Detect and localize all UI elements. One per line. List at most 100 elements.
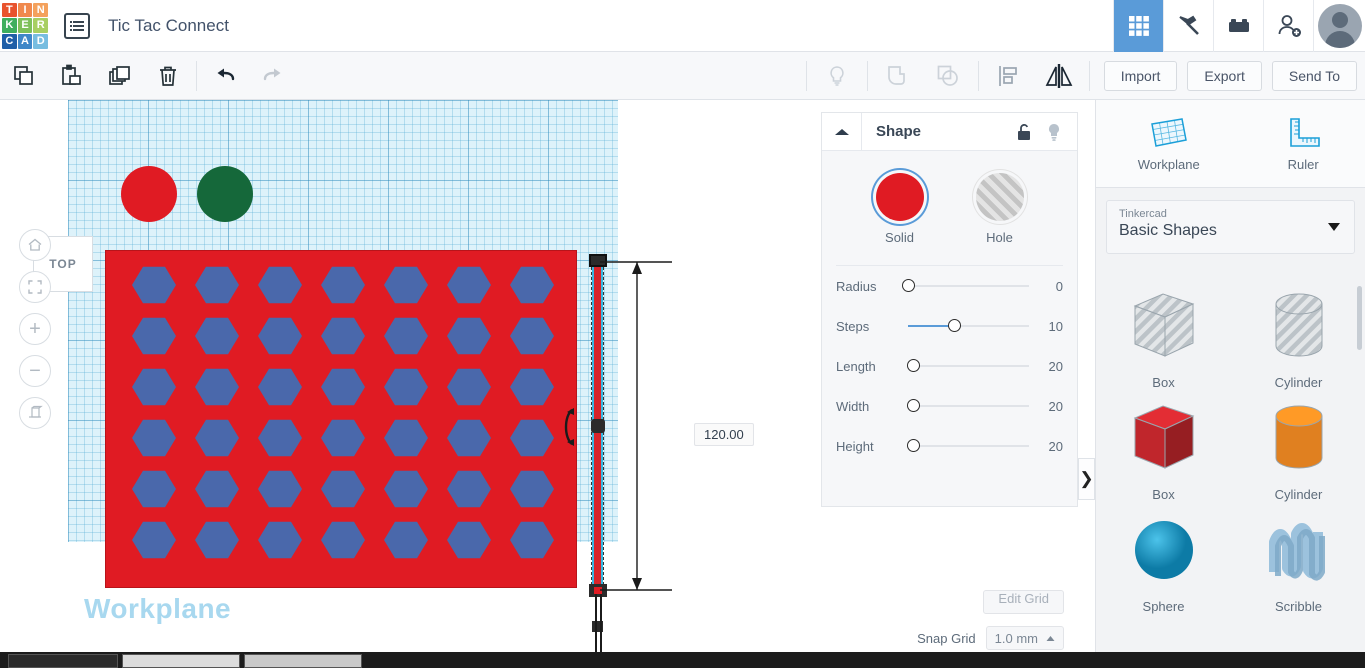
redo-icon[interactable]	[249, 52, 297, 100]
mirror-icon[interactable]	[1035, 52, 1083, 100]
snap-grid-select[interactable]: 1.0 mm	[985, 626, 1064, 650]
toolbar-divider-4	[977, 61, 979, 91]
logo-tile-c: C	[2, 33, 17, 49]
library-shape-hole-box[interactable]: Box	[1096, 288, 1231, 390]
solid-color-swatch[interactable]	[875, 173, 924, 221]
list-document-icon[interactable]	[64, 12, 90, 39]
taskbar-item-3[interactable]	[244, 654, 362, 668]
shape-library-list[interactable]: Box Cylinder Box Cylinder Sphere Scribble	[1096, 280, 1365, 668]
fit-to-view-button[interactable]	[19, 271, 51, 303]
slider-value-radius: 0	[1055, 278, 1063, 294]
chevron-down-icon	[1328, 223, 1340, 231]
library-scrollbar[interactable]	[1357, 286, 1362, 350]
slider-label-steps: Steps	[836, 318, 870, 334]
grid-apps-icon[interactable]	[1113, 0, 1163, 52]
add-user-icon[interactable]	[1263, 0, 1313, 52]
library-shape-scribble[interactable]: Scribble	[1231, 512, 1365, 614]
hole-pattern-swatch[interactable]	[975, 173, 1024, 221]
library-shape-label: Sphere	[1142, 599, 1185, 614]
lightbulb-icon[interactable]	[813, 52, 861, 100]
sendto-button[interactable]: Send To	[1271, 61, 1357, 91]
library-tools-row: Workplane Ruler	[1096, 100, 1365, 188]
length-dimension-label[interactable]: 120.00	[694, 423, 754, 446]
solid-cylinder-icon	[1260, 400, 1338, 481]
slider-track-length[interactable]	[906, 359, 1029, 373]
slider-track-radius[interactable]	[902, 279, 1029, 293]
red-token[interactable]	[121, 166, 177, 222]
board-hole	[510, 266, 554, 304]
rotate-arrow-icon[interactable]	[558, 406, 584, 448]
library-shape-hole-cylinder[interactable]: Cylinder	[1231, 288, 1365, 390]
ungroup-icon[interactable]	[924, 52, 972, 100]
app-header: TIN KER CAD Tic Tac Connect	[0, 0, 1365, 52]
slider-knob-radius[interactable]	[902, 279, 915, 292]
duplicate-icon[interactable]	[96, 52, 144, 100]
zoom-in-button[interactable]: +	[19, 313, 51, 345]
library-category-select[interactable]: Tinkercad Basic Shapes	[1106, 200, 1355, 254]
solid-mode-option[interactable]: Solid	[875, 173, 924, 245]
hammer-icon[interactable]	[1163, 0, 1213, 52]
board-hole	[258, 317, 302, 355]
board-hole	[195, 266, 239, 304]
board-hole	[132, 419, 176, 457]
library-shape-solid-box[interactable]: Box	[1096, 400, 1231, 502]
slider-track-height[interactable]	[906, 439, 1029, 453]
board-hole	[384, 521, 428, 559]
toolbar-right-group: Import Export Send To	[802, 52, 1357, 100]
home-view-button[interactable]	[19, 229, 51, 261]
hole-mode-option[interactable]: Hole	[975, 173, 1024, 245]
board-hole	[195, 419, 239, 457]
zoom-out-button[interactable]: −	[19, 355, 51, 387]
page-title[interactable]: Tic Tac Connect	[108, 16, 229, 36]
group-icon[interactable]	[874, 52, 922, 100]
taskbar-item-1[interactable]	[8, 654, 118, 668]
library-shape-label: Cylinder	[1274, 487, 1323, 502]
slider-track-width[interactable]	[906, 399, 1029, 413]
slider-knob-length[interactable]	[906, 359, 920, 372]
perspective-toggle-button[interactable]	[19, 397, 51, 429]
import-button[interactable]: Import	[1103, 61, 1178, 91]
logo-tile-r: R	[33, 18, 48, 33]
slider-knob-height[interactable]	[906, 439, 920, 452]
library-shape-solid-cylinder[interactable]: Cylinder	[1231, 400, 1365, 502]
paste-icon[interactable]	[48, 52, 96, 100]
delete-icon[interactable]	[144, 52, 192, 100]
workplane-tool[interactable]: Workplane	[1138, 116, 1200, 172]
panel-collapse-tab[interactable]: ❯	[1078, 458, 1095, 500]
shape-properties-panel: Shape Solid Hole Radius 0 Steps 10 Lengt…	[821, 112, 1078, 507]
toolbar-divider	[196, 60, 197, 91]
tinkercad-logo[interactable]: TIN KER CAD	[2, 2, 48, 49]
toolbar-divider-2	[805, 61, 807, 91]
library-shape-solid-sphere[interactable]: Sphere	[1096, 512, 1231, 614]
copy-icon[interactable]	[0, 52, 48, 100]
undo-icon[interactable]	[201, 52, 249, 100]
shape-panel-body: Solid Hole Radius 0 Steps 10 Length 20 Width 20…	[822, 151, 1077, 466]
slider-label-radius: Radius	[836, 278, 877, 294]
slider-knob-steps[interactable]	[947, 319, 961, 332]
board-hole	[510, 521, 554, 559]
edit-grid-button[interactable]: Edit Grid	[983, 590, 1064, 614]
board-hole	[132, 521, 176, 559]
logo-tile-i: I	[17, 2, 33, 18]
board-hole	[384, 419, 428, 457]
ruler-tool[interactable]: Ruler	[1283, 116, 1323, 172]
shape-panel-title: Shape	[876, 123, 922, 140]
export-button[interactable]: Export	[1187, 61, 1262, 91]
green-token[interactable]	[197, 166, 253, 222]
library-shape-label: Box	[1152, 375, 1175, 390]
connect-four-board[interactable]	[105, 250, 577, 588]
shape-mode-swatches: Solid Hole	[822, 173, 1077, 245]
lightbulb-icon[interactable]	[1039, 113, 1069, 151]
chevron-up-icon[interactable]	[822, 112, 862, 151]
logo-tile-e: E	[17, 18, 33, 33]
unlock-icon[interactable]	[1009, 113, 1039, 151]
hole-cylinder-icon	[1260, 288, 1338, 369]
taskbar-item-2[interactable]	[122, 654, 240, 668]
board-hole	[321, 521, 365, 559]
align-icon[interactable]	[985, 52, 1033, 100]
slider-row-height: Height 20	[822, 426, 1077, 466]
lego-brick-icon[interactable]	[1213, 0, 1263, 52]
avatar[interactable]	[1313, 0, 1365, 52]
slider-track-steps[interactable]	[908, 319, 1029, 333]
slider-knob-width[interactable]	[906, 399, 920, 412]
